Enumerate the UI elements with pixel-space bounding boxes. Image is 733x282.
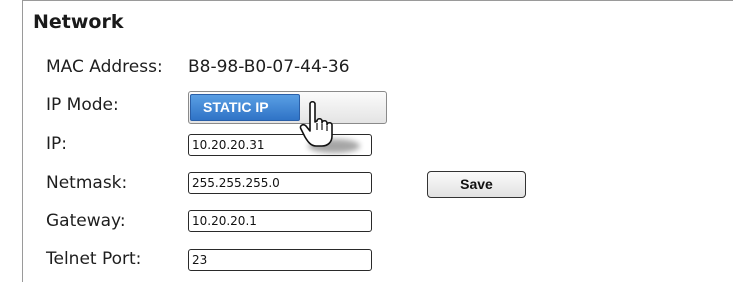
hand-pointer-icon bbox=[299, 100, 360, 153]
ip-mode-label: IP Mode: bbox=[46, 95, 119, 115]
ip-mode-selected[interactable]: STATIC IP bbox=[190, 94, 300, 121]
gateway-field[interactable]: 10.20.20.1 bbox=[188, 210, 372, 232]
netmask-label: Netmask: bbox=[46, 173, 128, 193]
section-title: Network bbox=[33, 11, 124, 33]
telnet-port-field[interactable]: 23 bbox=[188, 249, 372, 271]
ip-label: IP: bbox=[46, 134, 67, 154]
gateway-label: Gateway: bbox=[46, 211, 126, 231]
mac-address-label: MAC Address: bbox=[46, 57, 163, 77]
netmask-field[interactable]: 255.255.255.0 bbox=[188, 172, 372, 194]
network-panel bbox=[22, 0, 733, 282]
mac-address-value: B8-98-B0-07-44-36 bbox=[188, 57, 350, 77]
telnet-port-label: Telnet Port: bbox=[46, 249, 142, 269]
save-button[interactable]: Save bbox=[427, 171, 526, 198]
